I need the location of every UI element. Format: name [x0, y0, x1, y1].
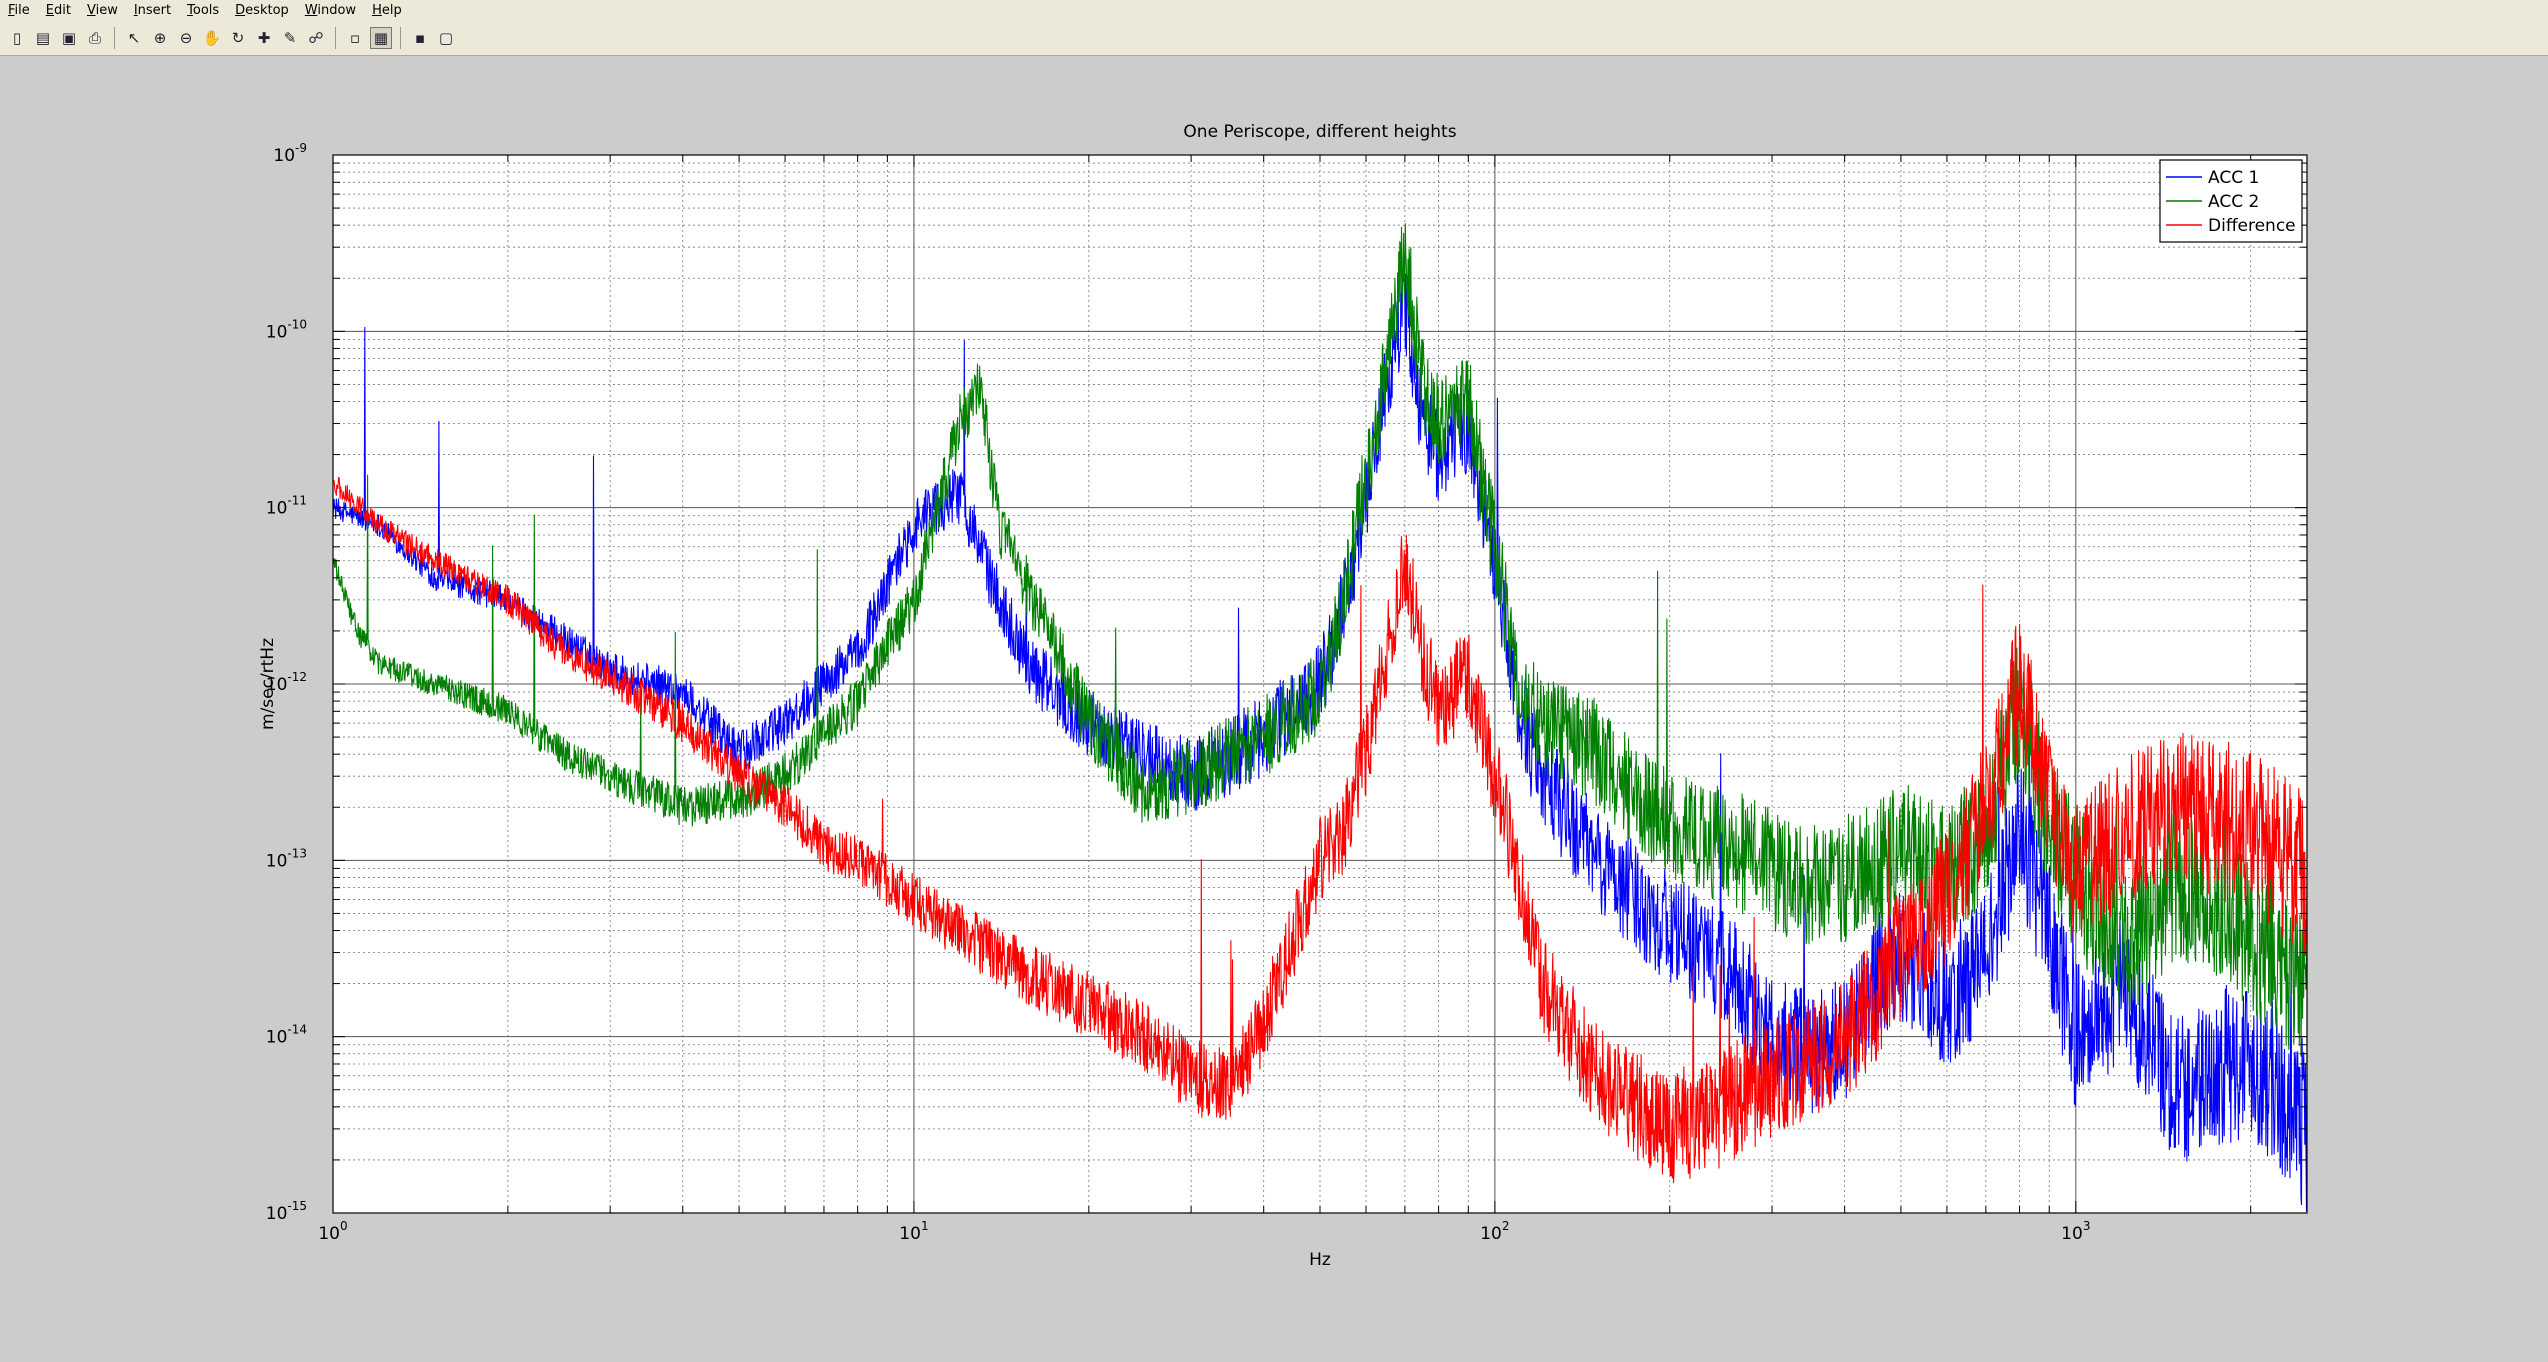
print-figure-icon[interactable]: ⎙ — [84, 27, 106, 49]
save-figure-icon[interactable]: ▣ — [58, 27, 80, 49]
menu-tools[interactable]: Tools — [179, 3, 227, 18]
menu-file[interactable]: File — [0, 3, 38, 18]
data-cursor-icon[interactable]: ✚ — [253, 27, 275, 49]
menu-bar: File Edit View Insert Tools Desktop Window Help — [0, 0, 2548, 20]
legend-entry: ACC 2 — [2208, 192, 2259, 212]
y-axis-label: m/sec/rtHz — [258, 638, 278, 730]
menu-help[interactable]: Help — [364, 3, 410, 18]
menu-insert[interactable]: Insert — [126, 3, 179, 18]
zoom-out-icon[interactable]: ⊖ — [175, 27, 197, 49]
x-axis-label: Hz — [1309, 1250, 1331, 1270]
edit-plot-icon[interactable]: ↖ — [123, 27, 145, 49]
menu-window[interactable]: Window — [297, 3, 364, 18]
legend-entry: ACC 1 — [2208, 168, 2259, 188]
insert-legend-icon[interactable]: ▢ — [435, 27, 457, 49]
open-file-icon[interactable]: ▤ — [32, 27, 54, 49]
menu-desktop[interactable]: Desktop — [227, 3, 297, 18]
legend[interactable]: ACC 1 ACC 2 Difference — [2159, 159, 2303, 243]
new-figure-icon[interactable]: ▯ — [6, 27, 28, 49]
hide-plot-tools-icon[interactable]: ▫ — [344, 27, 366, 49]
chart: 100 101 102 10310-1510-1410-1310-1210-1110-… — [0, 57, 2548, 1358]
figure-toolbar: ▯ ▤ ▣ ⎙ ↖ ⊕ ⊖ ✋ ↻ ✚ ✎ ☍ ▫ ▦ ▪ ▢ — [0, 20, 2548, 56]
toolbar-separator — [335, 26, 336, 49]
show-plot-tools-icon[interactable]: ▦ — [370, 26, 392, 49]
brush-icon[interactable]: ✎ — [279, 27, 301, 49]
insert-colorbar-icon[interactable]: ▪ — [409, 27, 431, 49]
pan-icon[interactable]: ✋ — [201, 27, 223, 49]
link-plot-icon[interactable]: ☍ — [305, 27, 327, 49]
toolbar-separator — [400, 26, 401, 49]
menu-view[interactable]: View — [79, 3, 126, 18]
figure-area: 100 101 102 103 10-15 10-14 10-13 10-12 10-11 10-… — [0, 57, 2548, 1358]
legend-entry: Difference — [2208, 216, 2296, 236]
rotate-3d-icon[interactable]: ↻ — [227, 27, 249, 49]
zoom-in-icon[interactable]: ⊕ — [149, 27, 171, 49]
chart-title: One Periscope, different heights — [1183, 122, 1456, 142]
menu-edit[interactable]: Edit — [38, 3, 79, 18]
toolbar-separator — [114, 26, 115, 49]
